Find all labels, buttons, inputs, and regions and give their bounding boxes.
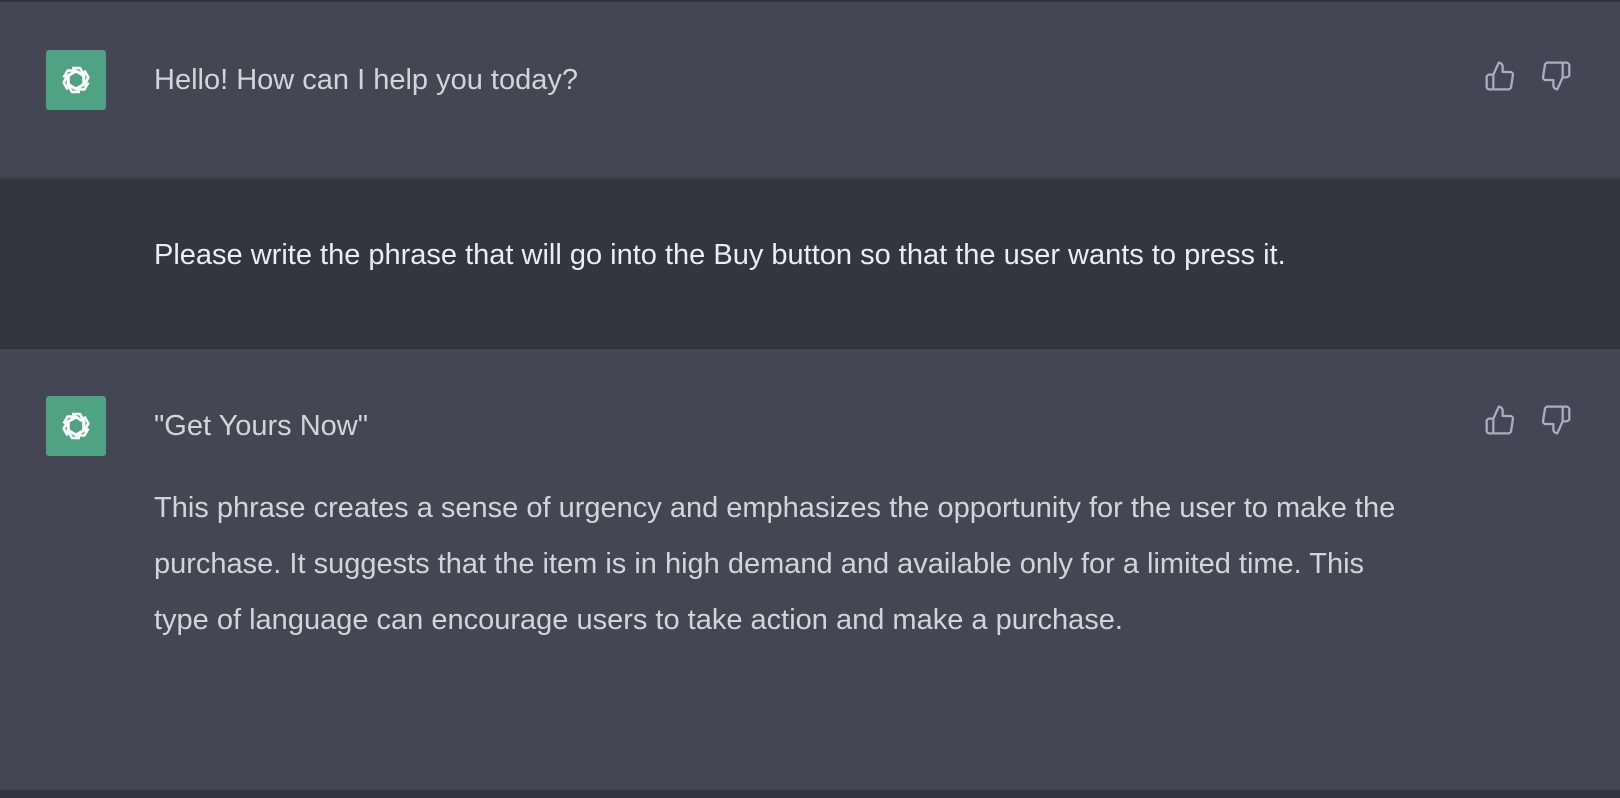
thumbs-down-icon (1541, 405, 1571, 435)
message-text: Please write the phrase that will go int… (154, 239, 1286, 271)
feedback-controls (1482, 58, 1574, 94)
pixelated-user-avatar (42, 219, 114, 293)
bottom-divider (0, 790, 1620, 798)
thumbs-up-button[interactable] (1482, 402, 1518, 438)
assistant-message: Hello! How can I help you today? (0, 2, 1620, 178)
chat-thread: Hello! How can I help you today? Please … (0, 0, 1620, 798)
thumbs-up-icon (1485, 405, 1515, 435)
thumbs-up-button[interactable] (1482, 58, 1518, 94)
thumbs-down-button[interactable] (1538, 58, 1574, 94)
thumbs-down-icon (1541, 61, 1571, 91)
feedback-controls (1482, 402, 1574, 438)
openai-logo-icon (46, 50, 106, 110)
message-text: Hello! How can I help you today? (154, 64, 578, 96)
message-paragraph: This phrase creates a sense of urgency a… (154, 492, 1396, 636)
message-text: "Get Yours Now" (154, 410, 369, 442)
thumbs-down-button[interactable] (1538, 402, 1574, 438)
assistant-message: "Get Yours Now" This phrase creates a se… (0, 350, 1620, 790)
thumbs-up-icon (1485, 61, 1515, 91)
user-message: Please write the phrase that will go int… (0, 179, 1620, 349)
openai-logo-icon (46, 396, 106, 456)
